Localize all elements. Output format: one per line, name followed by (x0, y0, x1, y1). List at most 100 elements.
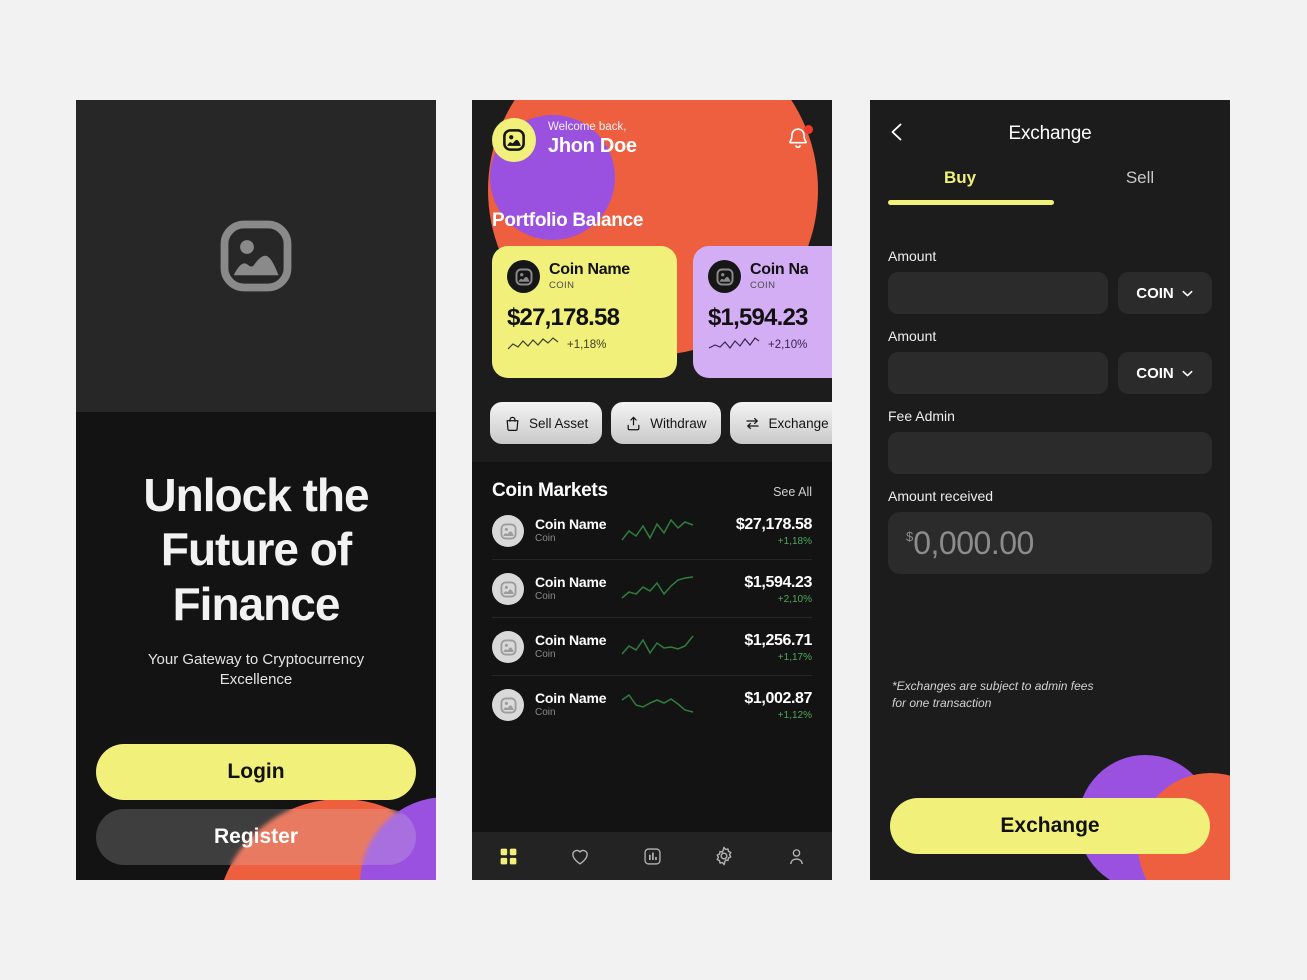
chart-icon (643, 847, 661, 865)
portfolio-balance-title: Portfolio Balance (492, 210, 644, 231)
coin-price: $27,178.58 (507, 304, 620, 331)
coin-avatar-icon (492, 573, 524, 605)
tab-buy[interactable]: Buy (870, 168, 1050, 188)
chevron-down-icon (1182, 370, 1193, 376)
table-row[interactable]: Coin Name Coin $27,178.58 +1,18% (492, 502, 812, 560)
onboarding-content: Unlock the Future of Finance Your Gatewa… (76, 412, 436, 880)
see-all-link[interactable]: See All (773, 485, 812, 499)
portfolio-cards: Coin Name COIN $27,178.58 +1,18% Coin Na… (492, 246, 832, 378)
coin-name: Coin Name (535, 515, 607, 532)
coin-avatar-icon (708, 260, 741, 293)
table-row[interactable]: Coin Name Coin $1,256.71 +1,17% (492, 618, 812, 676)
person-icon (789, 848, 803, 864)
received-placeholder: 0,000.00 (913, 524, 1034, 561)
nav-settings[interactable] (688, 845, 760, 867)
title-line-1: Unlock the (143, 469, 369, 521)
login-button[interactable]: Login (96, 744, 416, 800)
sell-asset-button[interactable]: Sell Asset (490, 402, 603, 444)
user-name: Jhon Doe (548, 135, 637, 158)
coin-name: Coin Name (535, 689, 607, 706)
coin-sub: Coin (535, 591, 556, 603)
coin-avatar-icon (492, 515, 524, 547)
card-head: Coin Name COIN (507, 260, 662, 293)
coin-price: $1,002.87 (744, 689, 812, 707)
table-row[interactable]: Coin Name Coin $1,002.87 +1,12% (492, 676, 812, 733)
sparkline-icon (621, 693, 694, 713)
gear-icon (716, 846, 732, 866)
notification-button[interactable] (786, 125, 813, 154)
image-placeholder-icon (503, 129, 525, 151)
row-names: Coin Name Coin (535, 632, 621, 663)
row-values: $1,002.87 +1,12% (744, 690, 812, 721)
title-line-2: Future of (160, 523, 352, 576)
nav-favorites[interactable] (544, 845, 616, 867)
home-header: Welcome back, Jhon Doe (472, 100, 832, 180)
heart-icon (572, 849, 588, 865)
avatar[interactable] (492, 118, 536, 162)
fee-admin-label: Fee Admin (888, 408, 955, 424)
card-text: Coin Name COIN (549, 261, 630, 292)
coin-sub: Coin (535, 649, 556, 661)
coin-price: $1,594.23 (708, 304, 808, 331)
page-title: Unlock the Future of Finance (76, 468, 436, 631)
currency-select-2[interactable]: COIN (1118, 352, 1212, 394)
fee-disclaimer: *Exchanges are subject to admin fees for… (892, 678, 1192, 713)
withdraw-button[interactable]: Withdraw (611, 402, 721, 444)
exchange-screen: Exchange Buy Sell Amount COIN Amount COI… (870, 100, 1230, 880)
chevron-down-icon (1182, 290, 1193, 296)
exchange-header: Exchange (870, 100, 1230, 160)
bag-icon (506, 416, 519, 431)
onboarding-screen: Unlock the Future of Finance Your Gatewa… (76, 100, 436, 880)
sparkline-icon (621, 576, 694, 599)
user-row: Welcome back, Jhon Doe (492, 118, 813, 162)
grid-icon (500, 848, 516, 864)
row-names: Coin Name Coin (535, 516, 621, 547)
amount-input-1[interactable] (888, 272, 1108, 314)
nav-profile[interactable] (760, 846, 832, 867)
register-button[interactable]: Register (96, 809, 416, 865)
action-label: Sell Asset (529, 415, 589, 431)
notification-badge (804, 125, 813, 134)
note-line-2: for one transaction (892, 696, 992, 711)
tab-sell[interactable]: Sell (1050, 168, 1230, 188)
coin-name: Coin Na (750, 261, 809, 279)
sparkline-icon (621, 518, 694, 541)
card-head: Coin Na COIN (708, 260, 832, 293)
currency-label: COIN (1136, 364, 1174, 382)
coin-sub: Coin (535, 707, 556, 719)
currency-symbol: $ (906, 529, 914, 544)
exchange-button[interactable]: Exchange (729, 402, 832, 444)
nav-stats[interactable] (616, 846, 688, 867)
coin-change: +1,18% (777, 535, 812, 547)
amount-row-1: COIN (888, 272, 1212, 314)
portfolio-card[interactable]: Coin Na COIN $1,594.23 +2,10% (693, 246, 832, 378)
swap-icon (746, 417, 759, 429)
currency-select-1[interactable]: COIN (1118, 272, 1212, 314)
amount-received-input[interactable]: $ 0,000.00 (888, 512, 1212, 574)
table-row[interactable]: Coin Name Coin $1,594.23 +2,10% (492, 560, 812, 618)
sparkline-icon (708, 337, 760, 349)
coin-avatar-icon (507, 260, 540, 293)
home-screen: Welcome back, Jhon Doe Portfolio Balance (472, 100, 832, 880)
exchange-submit-button[interactable]: Exchange (890, 798, 1210, 854)
card-foot: +1,18% (507, 336, 662, 353)
row-values: $1,256.71 +1,17% (744, 632, 812, 663)
user-names: Welcome back, Jhon Doe (548, 121, 786, 160)
card-text: Coin Na COIN (750, 261, 808, 292)
nav-home[interactable] (472, 846, 544, 867)
fee-admin-input[interactable] (888, 432, 1212, 474)
coin-change: +1,18% (567, 338, 607, 351)
coin-change: +2,10% (777, 593, 812, 605)
coin-change: +1,17% (777, 651, 812, 663)
coin-name: Coin Name (549, 261, 630, 279)
coin-price: $1,256.71 (744, 631, 812, 649)
welcome-label: Welcome back, (548, 120, 627, 133)
coin-name: Coin Name (535, 631, 607, 648)
coin-avatar-icon (492, 689, 524, 721)
amount-input-2[interactable] (888, 352, 1108, 394)
quick-actions: Sell Asset Withdraw Exchange (490, 402, 832, 444)
row-names: Coin Name Coin (535, 574, 621, 605)
portfolio-card[interactable]: Coin Name COIN $27,178.58 +1,18% (492, 246, 677, 378)
coin-symbol: COIN (750, 279, 776, 291)
bottom-navigation (472, 832, 832, 880)
